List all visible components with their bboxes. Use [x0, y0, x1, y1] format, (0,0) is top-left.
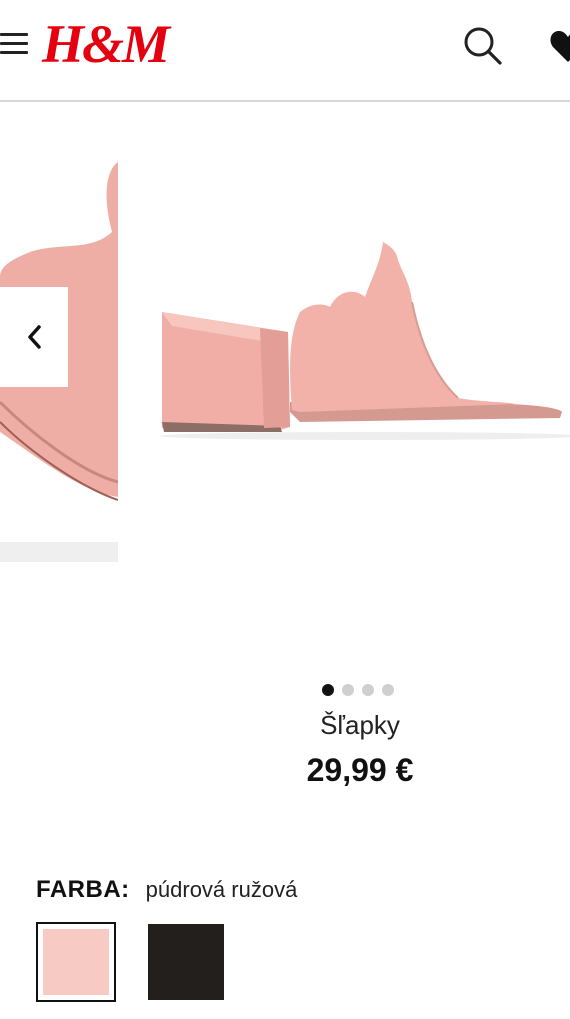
gallery-dot[interactable] [382, 684, 394, 696]
gallery-dot[interactable] [362, 684, 374, 696]
menu-icon[interactable] [0, 30, 30, 58]
color-label: FARBA: [36, 876, 130, 903]
product-gallery[interactable] [0, 102, 570, 662]
color-swatch-black[interactable] [148, 924, 224, 1000]
gallery-pagination [322, 684, 394, 698]
search-icon[interactable] [460, 24, 504, 68]
selected-color-name: púdrová ružová [145, 877, 298, 902]
chevron-left-icon [28, 325, 41, 349]
header: H&M [0, 0, 570, 102]
product-price: 29,99 € [306, 752, 414, 788]
product-name: Šľapky [320, 710, 400, 740]
heart-icon[interactable] [548, 26, 570, 66]
previous-image-button[interactable] [0, 287, 68, 387]
gallery-dot[interactable] [322, 684, 334, 696]
brand-logo[interactable]: H&M [42, 14, 170, 74]
product-image[interactable] [140, 222, 570, 562]
color-swatch-pink[interactable] [36, 922, 116, 1002]
gallery-dot[interactable] [342, 684, 354, 696]
swatch-fill [43, 929, 109, 995]
color-selector-header: FARBA: púdrová ružová [36, 876, 297, 908]
